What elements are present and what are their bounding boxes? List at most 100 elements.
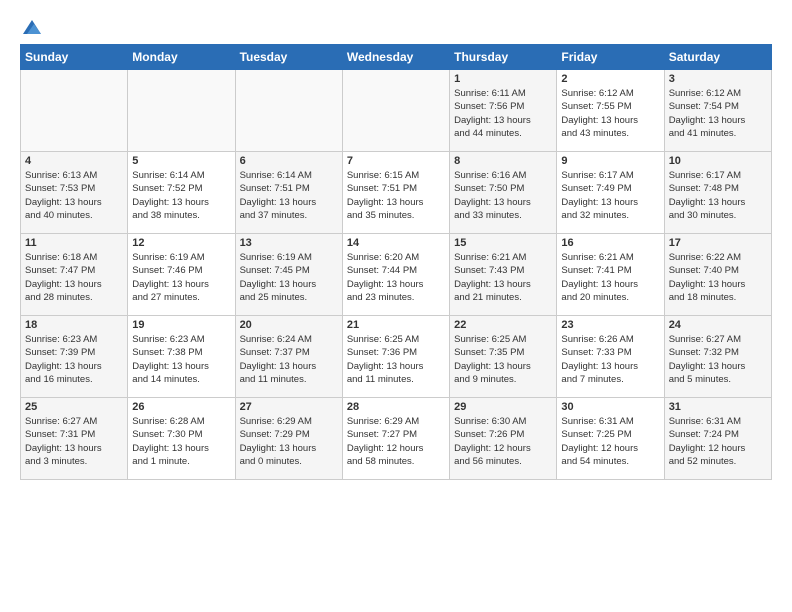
- calendar-cell: 9 Sunrise: 6:17 AM Sunset: 7:49 PM Daylig…: [557, 152, 664, 234]
- calendar-cell: 12 Sunrise: 6:19 AM Sunset: 7:46 PM Dayli…: [128, 234, 235, 316]
- calendar-cell: 11 Sunrise: 6:18 AM Sunset: 7:47 PM Dayli…: [21, 234, 128, 316]
- day-number: 19: [132, 319, 230, 331]
- day-number: 30: [561, 401, 659, 413]
- calendar-cell: 17Sunrise: 6:22 AM Sunset: 7:40 PM Dayli…: [664, 234, 771, 316]
- day-number: 24: [669, 319, 767, 331]
- day-number: 3: [669, 73, 767, 85]
- day-number: 16: [561, 237, 659, 249]
- day-info: Sunrise: 6:19 AM Sunset: 7:45 PM Dayligh…: [240, 251, 338, 304]
- day-number: 23: [561, 319, 659, 331]
- calendar-cell: 15 Sunrise: 6:21 AM Sunset: 7:43 PM Dayli…: [450, 234, 557, 316]
- calendar-header-row: SundayMondayTuesdayWednesdayThursdayFrid…: [21, 45, 772, 70]
- day-number: 13: [240, 237, 338, 249]
- calendar-header-tuesday: Tuesday: [235, 45, 342, 70]
- calendar-week-5: 25 Sunrise: 6:27 AM Sunset: 7:31 PM Dayli…: [21, 398, 772, 480]
- day-info: Sunrise: 6:12 AM Sunset: 7:55 PM Dayligh…: [561, 87, 659, 140]
- day-info: Sunrise: 6:17 AM Sunset: 7:49 PM Dayligh…: [561, 169, 659, 222]
- day-info: Sunrise: 6:23 AM Sunset: 7:39 PM Dayligh…: [25, 333, 123, 386]
- day-info: Sunrise: 6:15 AM Sunset: 7:51 PM Dayligh…: [347, 169, 445, 222]
- day-number: 12: [132, 237, 230, 249]
- calendar-week-4: 18 Sunrise: 6:23 AM Sunset: 7:39 PM Dayli…: [21, 316, 772, 398]
- calendar-cell: 21Sunrise: 6:25 AM Sunset: 7:36 PM Dayli…: [342, 316, 449, 398]
- calendar-header-friday: Friday: [557, 45, 664, 70]
- day-info: Sunrise: 6:14 AM Sunset: 7:51 PM Dayligh…: [240, 169, 338, 222]
- calendar-cell: 4 Sunrise: 6:13 AM Sunset: 7:53 PM Daylig…: [21, 152, 128, 234]
- calendar-cell: [128, 70, 235, 152]
- day-number: 20: [240, 319, 338, 331]
- day-info: Sunrise: 6:24 AM Sunset: 7:37 PM Dayligh…: [240, 333, 338, 386]
- day-info: Sunrise: 6:30 AM Sunset: 7:26 PM Dayligh…: [454, 415, 552, 468]
- calendar-table: SundayMondayTuesdayWednesdayThursdayFrid…: [20, 44, 772, 480]
- day-number: 9: [561, 155, 659, 167]
- calendar-cell: [235, 70, 342, 152]
- calendar-cell: [342, 70, 449, 152]
- day-info: Sunrise: 6:18 AM Sunset: 7:47 PM Dayligh…: [25, 251, 123, 304]
- day-number: 2: [561, 73, 659, 85]
- day-number: 4: [25, 155, 123, 167]
- calendar-cell: 8Sunrise: 6:16 AM Sunset: 7:50 PM Daylig…: [450, 152, 557, 234]
- day-info: Sunrise: 6:20 AM Sunset: 7:44 PM Dayligh…: [347, 251, 445, 304]
- day-number: 1: [454, 73, 552, 85]
- calendar-cell: 19 Sunrise: 6:23 AM Sunset: 7:38 PM Dayli…: [128, 316, 235, 398]
- day-info: Sunrise: 6:21 AM Sunset: 7:43 PM Dayligh…: [454, 251, 552, 304]
- calendar-cell: 16 Sunrise: 6:21 AM Sunset: 7:41 PM Dayli…: [557, 234, 664, 316]
- calendar-header-wednesday: Wednesday: [342, 45, 449, 70]
- day-info: Sunrise: 6:16 AM Sunset: 7:50 PM Dayligh…: [454, 169, 552, 222]
- calendar-cell: 31 Sunrise: 6:31 AM Sunset: 7:24 PM Dayli…: [664, 398, 771, 480]
- day-number: 14: [347, 237, 445, 249]
- calendar-cell: 29 Sunrise: 6:30 AM Sunset: 7:26 PM Dayli…: [450, 398, 557, 480]
- day-info: Sunrise: 6:25 AM Sunset: 7:35 PM Dayligh…: [454, 333, 552, 386]
- day-info: Sunrise: 6:26 AM Sunset: 7:33 PM Dayligh…: [561, 333, 659, 386]
- day-number: 31: [669, 401, 767, 413]
- day-info: Sunrise: 6:27 AM Sunset: 7:31 PM Dayligh…: [25, 415, 123, 468]
- calendar-week-1: 1Sunrise: 6:11 AM Sunset: 7:56 PM Daylig…: [21, 70, 772, 152]
- day-number: 27: [240, 401, 338, 413]
- day-number: 28: [347, 401, 445, 413]
- calendar-cell: 1Sunrise: 6:11 AM Sunset: 7:56 PM Daylig…: [450, 70, 557, 152]
- day-info: Sunrise: 6:27 AM Sunset: 7:32 PM Dayligh…: [669, 333, 767, 386]
- day-number: 11: [25, 237, 123, 249]
- day-info: Sunrise: 6:19 AM Sunset: 7:46 PM Dayligh…: [132, 251, 230, 304]
- day-info: Sunrise: 6:13 AM Sunset: 7:53 PM Dayligh…: [25, 169, 123, 222]
- day-info: Sunrise: 6:28 AM Sunset: 7:30 PM Dayligh…: [132, 415, 230, 468]
- calendar-week-2: 4 Sunrise: 6:13 AM Sunset: 7:53 PM Daylig…: [21, 152, 772, 234]
- logo-icon: [21, 16, 43, 38]
- day-number: 18: [25, 319, 123, 331]
- header: [20, 16, 772, 36]
- day-info: Sunrise: 6:31 AM Sunset: 7:24 PM Dayligh…: [669, 415, 767, 468]
- calendar-cell: 6Sunrise: 6:14 AM Sunset: 7:51 PM Daylig…: [235, 152, 342, 234]
- calendar-cell: 26Sunrise: 6:28 AM Sunset: 7:30 PM Dayli…: [128, 398, 235, 480]
- day-number: 29: [454, 401, 552, 413]
- logo: [20, 16, 43, 36]
- calendar-cell: 22 Sunrise: 6:25 AM Sunset: 7:35 PM Dayli…: [450, 316, 557, 398]
- calendar-header-sunday: Sunday: [21, 45, 128, 70]
- calendar-cell: 25 Sunrise: 6:27 AM Sunset: 7:31 PM Dayli…: [21, 398, 128, 480]
- calendar-cell: 23 Sunrise: 6:26 AM Sunset: 7:33 PM Dayli…: [557, 316, 664, 398]
- calendar-cell: 14 Sunrise: 6:20 AM Sunset: 7:44 PM Dayli…: [342, 234, 449, 316]
- day-info: Sunrise: 6:31 AM Sunset: 7:25 PM Dayligh…: [561, 415, 659, 468]
- calendar-week-3: 11 Sunrise: 6:18 AM Sunset: 7:47 PM Dayli…: [21, 234, 772, 316]
- day-info: Sunrise: 6:29 AM Sunset: 7:27 PM Dayligh…: [347, 415, 445, 468]
- day-info: Sunrise: 6:29 AM Sunset: 7:29 PM Dayligh…: [240, 415, 338, 468]
- day-number: 7: [347, 155, 445, 167]
- calendar-header-saturday: Saturday: [664, 45, 771, 70]
- day-number: 22: [454, 319, 552, 331]
- day-number: 15: [454, 237, 552, 249]
- calendar-header-thursday: Thursday: [450, 45, 557, 70]
- calendar-cell: 5Sunrise: 6:14 AM Sunset: 7:52 PM Daylig…: [128, 152, 235, 234]
- day-info: Sunrise: 6:12 AM Sunset: 7:54 PM Dayligh…: [669, 87, 767, 140]
- page: SundayMondayTuesdayWednesdayThursdayFrid…: [0, 0, 792, 490]
- day-number: 17: [669, 237, 767, 249]
- calendar-cell: 24 Sunrise: 6:27 AM Sunset: 7:32 PM Dayli…: [664, 316, 771, 398]
- day-number: 10: [669, 155, 767, 167]
- calendar-cell: 13 Sunrise: 6:19 AM Sunset: 7:45 PM Dayli…: [235, 234, 342, 316]
- day-number: 21: [347, 319, 445, 331]
- calendar-cell: 30 Sunrise: 6:31 AM Sunset: 7:25 PM Dayli…: [557, 398, 664, 480]
- day-info: Sunrise: 6:21 AM Sunset: 7:41 PM Dayligh…: [561, 251, 659, 304]
- day-number: 25: [25, 401, 123, 413]
- calendar-cell: 20 Sunrise: 6:24 AM Sunset: 7:37 PM Dayli…: [235, 316, 342, 398]
- calendar-header-monday: Monday: [128, 45, 235, 70]
- day-info: Sunrise: 6:23 AM Sunset: 7:38 PM Dayligh…: [132, 333, 230, 386]
- calendar-cell: 2 Sunrise: 6:12 AM Sunset: 7:55 PM Daylig…: [557, 70, 664, 152]
- day-number: 5: [132, 155, 230, 167]
